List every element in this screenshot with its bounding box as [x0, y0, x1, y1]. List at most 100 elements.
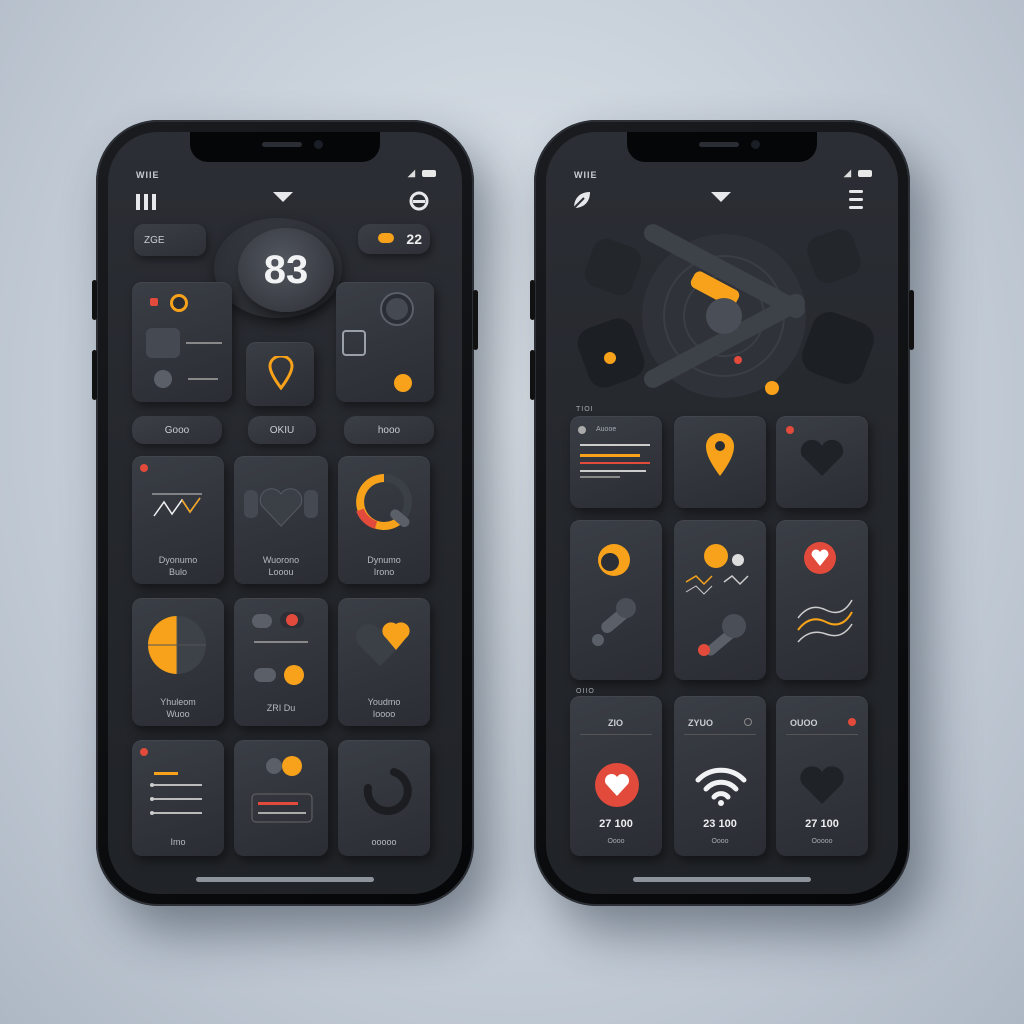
chevron-down-icon[interactable]	[272, 190, 294, 204]
caption-7: Imo	[170, 837, 186, 847]
heart-pin-icon	[355, 622, 410, 666]
grid-card-9[interactable]: ooooo	[338, 740, 430, 856]
pill-1-label: Gooo	[164, 424, 190, 436]
knob-icon[interactable]	[154, 370, 172, 388]
r2-card-3[interactable]	[776, 520, 868, 680]
volume-up-button[interactable]	[92, 280, 97, 320]
caption-2: Wuorono Looou	[262, 555, 300, 577]
red-dot	[848, 718, 856, 726]
grid-card-1[interactable]: Dyonumo Bulo	[132, 456, 224, 584]
bar-list-icon	[580, 444, 650, 478]
control-cluster	[132, 282, 232, 402]
toggle-icon	[252, 612, 308, 685]
power-button[interactable]	[473, 290, 478, 350]
lock-icon[interactable]	[146, 328, 180, 358]
pill-3[interactable]: hooo	[344, 416, 434, 444]
r2-card-2[interactable]	[674, 520, 766, 680]
r3-card-3-foot: Ooooo	[811, 838, 833, 845]
ring-icon[interactable]	[382, 294, 412, 324]
r3-card-3[interactable]: OUOO 27 100 Ooooo	[776, 696, 868, 856]
circle-icon[interactable]	[408, 190, 430, 212]
caption-6: Youdmo Ioooo	[367, 697, 401, 719]
status-dot	[578, 426, 586, 434]
sliders-icon[interactable]	[846, 188, 866, 212]
row3-label: OIIO	[576, 688, 595, 695]
right-screen: WIIE ◢ TIOI Auooe OIIO ZIO 27 100 Oooo Z…	[546, 132, 898, 894]
grid-card-4[interactable]: Yhuleom Wuoo	[132, 598, 224, 726]
red-dot	[150, 298, 158, 306]
joystick-icon	[685, 544, 749, 656]
knob-icon	[592, 544, 636, 646]
dumbbell-hero-icon	[577, 224, 874, 398]
caption-5: ZRI Du	[266, 703, 296, 713]
status-carrier: WIIE	[574, 170, 598, 180]
leaf-icon[interactable]	[572, 190, 592, 210]
r1-card-3[interactable]	[776, 416, 868, 508]
r3-card-2-label: ZYUO	[688, 718, 714, 728]
heart-icon	[800, 766, 844, 804]
top-right-pill[interactable]: 22	[358, 224, 430, 254]
heart-icon	[244, 488, 318, 527]
r3-card-2-foot: Oooo	[711, 838, 729, 845]
r3-card-1-value: 27 100	[599, 818, 633, 830]
pill-2[interactable]: OKIU	[248, 416, 316, 444]
r3-card-2-value: 23 100	[703, 818, 737, 830]
r3-card-2-line	[684, 734, 756, 735]
progress-ring-icon	[356, 474, 412, 530]
grid-card-8[interactable]	[234, 740, 328, 856]
grid-card-7[interactable]: Imo	[132, 740, 224, 856]
status-carrier: WIIE	[136, 170, 160, 180]
chevron-down-icon[interactable]	[710, 190, 732, 204]
padlock-icon[interactable]	[342, 330, 366, 356]
r1-card-2[interactable]	[674, 416, 766, 508]
red-dot	[140, 748, 148, 756]
power-icon[interactable]	[394, 374, 412, 392]
bars-icon[interactable]	[134, 192, 158, 212]
line-chart-icon	[152, 493, 202, 517]
orange-toggle-icon[interactable]	[170, 294, 188, 312]
home-indicator[interactable]	[633, 877, 811, 882]
r3-card-1-line	[580, 734, 652, 735]
red-dot	[786, 426, 794, 434]
r1-card-1[interactable]: Auooe	[570, 416, 662, 508]
zone-pill[interactable]: ZGE	[134, 224, 206, 256]
grid-card-5[interactable]: ZRI Du	[234, 598, 328, 726]
left-phone: WIIE ◢ ZGE 83 22 Gooo OKIU hooo Dyonumo …	[92, 120, 478, 906]
score-value: 83	[263, 247, 309, 292]
pin-card[interactable]	[246, 342, 314, 406]
r3-card-1[interactable]: ZIO 27 100 Oooo	[570, 696, 662, 856]
r3-card-1-label: ZIO	[608, 718, 623, 728]
zone-pill-label: ZGE	[144, 234, 165, 246]
heart-badge-icon	[595, 763, 639, 807]
slider-icon[interactable]	[186, 342, 222, 344]
r3-card-3-label: OUOO	[790, 718, 818, 728]
r3-card-1-foot: Oooo	[607, 838, 625, 845]
arc-icon	[363, 768, 412, 815]
home-indicator[interactable]	[196, 877, 374, 882]
pill-2-label: OKIU	[269, 424, 295, 436]
red-dot	[140, 464, 148, 472]
grid-card-2[interactable]: Wuorono Looou	[234, 456, 328, 584]
caption-9: ooooo	[371, 837, 397, 847]
grid-card-6[interactable]: Youdmo Ioooo	[338, 598, 430, 726]
section-label: TIOI	[576, 406, 594, 413]
caption-4: Yhuleom Wuoo	[160, 697, 196, 719]
volume-down-button[interactable]	[530, 350, 535, 400]
power-button[interactable]	[909, 290, 914, 350]
right-phone: WIIE ◢ TIOI Auooe OIIO ZIO 27 100 Oooo Z…	[530, 120, 914, 906]
slider-icon	[251, 756, 313, 823]
list-icon	[150, 772, 202, 815]
r3-card-2[interactable]: ZYUO 23 100 Oooo	[674, 696, 766, 856]
r2-card-1[interactable]	[570, 520, 662, 680]
left-screen: WIIE ◢ ZGE 83 22 Gooo OKIU hooo Dyonumo …	[108, 132, 462, 894]
wifi-icon	[695, 767, 747, 806]
globe-icon	[148, 616, 206, 674]
caption-1: Dyonumo Bulo	[158, 555, 198, 577]
toggle-knob-icon	[378, 233, 394, 243]
status-icons: ◢	[408, 168, 436, 179]
pill-1[interactable]: Gooo	[132, 416, 222, 444]
volume-down-button[interactable]	[92, 350, 97, 400]
grid-card-3[interactable]: Dynumo Irono	[338, 456, 430, 584]
small-slider-icon[interactable]	[188, 378, 218, 380]
volume-up-button[interactable]	[530, 280, 535, 320]
